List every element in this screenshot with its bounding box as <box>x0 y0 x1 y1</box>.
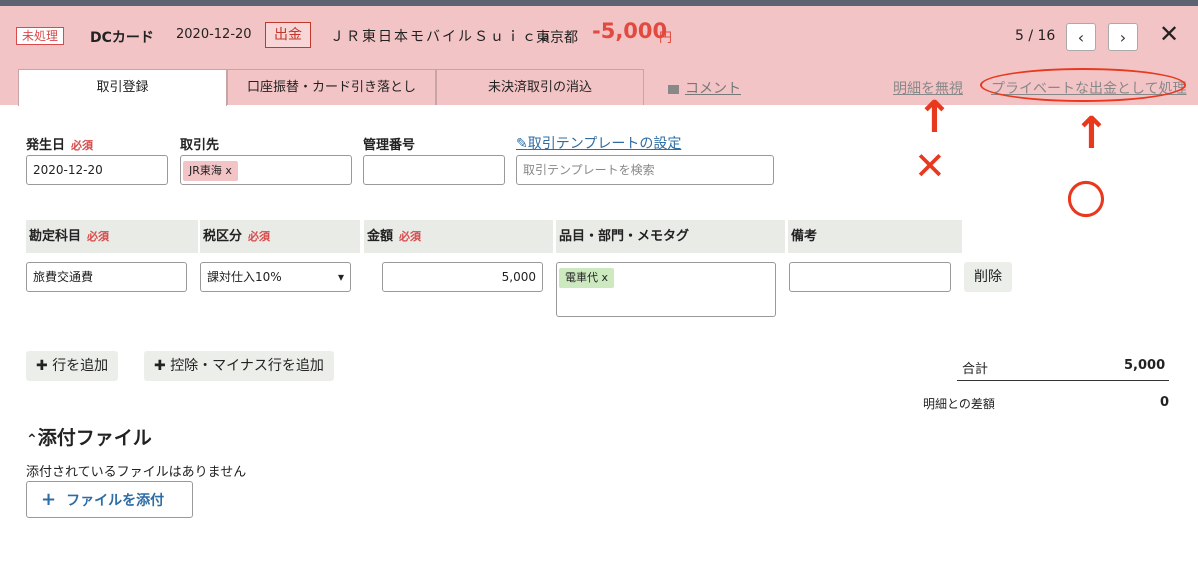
remove-tag-icon[interactable]: x <box>225 164 232 177</box>
date-input[interactable]: 2020-12-20 <box>26 155 168 185</box>
card-name: DCカード <box>90 30 154 46</box>
account-header: 勘定科目 必須 <box>26 220 198 253</box>
chevron-right-icon: › <box>1119 28 1127 47</box>
annotation-arrow-right: ↑ <box>1073 108 1110 159</box>
transaction-date: 2020-12-20 <box>176 27 252 42</box>
template-settings-link[interactable]: ✎取引テンプレートの設定 <box>516 133 681 153</box>
account-input[interactable]: 旅費交通費 <box>26 262 187 292</box>
partner-label: 取引先 <box>180 138 220 153</box>
tab-register[interactable]: 取引登録 <box>18 69 227 106</box>
add-attachment-button[interactable]: + ファイルを添付 <box>26 481 193 518</box>
add-minus-row-button[interactable]: ✚ 控除・マイナス行を追加 <box>144 351 334 381</box>
status-badge: 未処理 <box>16 27 65 45</box>
plus-icon: + <box>41 489 57 510</box>
partner-input[interactable]: JR東海 x <box>180 155 352 185</box>
transaction-amount: -5,000 <box>592 19 668 43</box>
location: 東京都 <box>536 30 578 46</box>
tax-header: 税区分 必須 <box>200 220 360 253</box>
item-tag: 電車代 x <box>559 268 615 288</box>
total-label: 合計 <box>962 362 989 377</box>
tax-select[interactable]: 課対仕入10% <box>200 262 351 292</box>
amount-header: 金額 必須 <box>364 220 553 253</box>
remove-tag-icon[interactable]: x <box>602 271 609 284</box>
prev-button[interactable]: ‹ <box>1066 23 1096 51</box>
total-value: 5,000 <box>1124 358 1166 373</box>
tab-reconcile[interactable]: 未決済取引の消込 <box>436 69 644 105</box>
template-search-input[interactable]: 取引テンプレートを検索 <box>516 155 774 185</box>
annotation-cross-mark: ✕ <box>914 144 946 188</box>
note-header: 備考 <box>788 220 962 253</box>
partner-tag: JR東海 x <box>183 161 238 181</box>
annotation-circle-mark: 〇 <box>1066 178 1106 224</box>
tab-account-transfer[interactable]: 口座振替・カード引き落とし <box>227 69 436 105</box>
plus-icon: ✚ <box>154 358 166 374</box>
next-button[interactable]: › <box>1108 23 1138 51</box>
attachments-title[interactable]: ⌃添付ファイル <box>26 423 152 450</box>
note-input[interactable] <box>789 262 951 292</box>
edit-icon: ✎ <box>516 136 528 152</box>
total-divider <box>957 380 1169 381</box>
comment-icon <box>668 84 679 94</box>
diff-label: 明細との差額 <box>923 397 995 411</box>
annotation-arrow-left: ↑ <box>916 92 953 143</box>
ref-number-label: 管理番号 <box>363 138 416 153</box>
annotation-ellipse <box>980 68 1186 102</box>
amount-input[interactable]: 5,000 <box>382 262 543 292</box>
amount-unit: 円 <box>659 31 673 46</box>
diff-value: 0 <box>1160 395 1170 410</box>
date-label: 発生日 必須 <box>26 138 94 153</box>
pager-count: 5 / 16 <box>1015 28 1056 44</box>
merchant-name: ＪＲ東日本モバイルＳｕｉｃａ <box>330 29 554 45</box>
items-input[interactable]: 電車代 x <box>556 262 776 317</box>
items-header: 品目・部門・メモタグ <box>556 220 785 253</box>
close-icon[interactable]: ✕ <box>1159 20 1179 48</box>
add-row-button[interactable]: ✚ 行を追加 <box>26 351 119 381</box>
type-badge: 出金 <box>265 22 311 48</box>
delete-row-button[interactable]: 削除 <box>964 262 1012 292</box>
chevron-left-icon: ‹ <box>1077 28 1085 47</box>
ref-number-input[interactable] <box>363 155 505 185</box>
comment-link[interactable]: コメント <box>668 78 741 98</box>
attachments-empty-text: 添付されているファイルはありません <box>26 465 247 480</box>
plus-icon: ✚ <box>36 358 48 374</box>
chevron-up-icon: ⌃ <box>26 432 38 448</box>
